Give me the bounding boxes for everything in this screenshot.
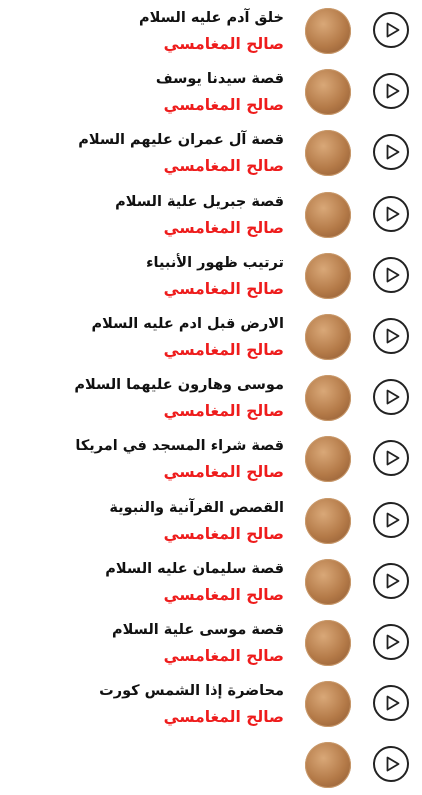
artist-name: صالح المغامسي <box>163 35 284 53</box>
list-item[interactable]: خلق آدم عليه السلام صالح المغامسي <box>0 0 422 61</box>
play-button[interactable] <box>373 685 409 722</box>
play-icon <box>386 328 400 344</box>
playlist: خلق آدم عليه السلام صالح المغامسي قصة سي… <box>0 0 422 795</box>
track-title: قصة شراء المسجد في امريكا <box>75 438 284 455</box>
track-title: الارض قبل ادم عليه السلام <box>91 315 284 332</box>
list-item[interactable]: ترتيب ظهور الأنبياء صالح المغامسي <box>0 245 422 306</box>
play-button[interactable] <box>373 562 409 599</box>
track-title: قصة آل عمران عليهم السلام <box>78 132 284 149</box>
play-button[interactable] <box>373 73 409 110</box>
play-button[interactable] <box>373 317 409 354</box>
play-icon <box>386 634 400 650</box>
item-text: قصة سيدنا يوسف صالح المغامسي <box>4 69 284 115</box>
prophets-stories-thumbnail <box>305 252 351 299</box>
item-text: قصة سليمان عليه السلام صالح المغامسي <box>4 559 284 605</box>
track-title: القصص القرآنية والنبوية <box>109 499 284 516</box>
list-item[interactable]: قصة آل عمران عليهم السلام صالح المغامسي <box>0 122 422 183</box>
item-text: قصة موسى علية السلام صالح المغامسي <box>4 620 284 666</box>
artist-name: صالح المغامسي <box>163 524 284 543</box>
prophets-stories-thumbnail <box>305 619 351 666</box>
artist-name: صالح المغامسي <box>163 279 284 298</box>
artist-name: صالح المغامسي <box>163 585 284 604</box>
item-text: ترتيب ظهور الأنبياء صالح المغامسي <box>4 253 284 299</box>
play-icon <box>386 267 400 283</box>
item-text: محاضرة إذا الشمس كورت صالح المغامسي <box>4 681 284 727</box>
prophets-stories-thumbnail <box>305 681 351 728</box>
item-text: موسى وهارون عليهما السلام صالح المغامسي <box>4 375 284 421</box>
list-item[interactable]: قصة جبريل علية السلام صالح المغامسي <box>0 184 422 245</box>
artist-name: صالح المغامسي <box>163 96 284 115</box>
play-icon <box>386 22 400 38</box>
play-icon <box>386 206 400 221</box>
play-icon <box>386 83 400 99</box>
list-item[interactable]: قصة سيدنا يوسف صالح المغامسي <box>0 61 422 122</box>
play-icon <box>386 695 400 711</box>
track-title: قصة سليمان عليه السلام <box>105 560 284 577</box>
prophets-stories-thumbnail <box>305 375 351 422</box>
play-button[interactable] <box>373 623 409 660</box>
prophets-stories-thumbnail <box>305 8 351 54</box>
track-title: قصة سيدنا يوسف <box>155 71 284 88</box>
play-button[interactable] <box>373 379 409 416</box>
play-button[interactable] <box>373 746 409 783</box>
list-item[interactable]: القصص القرآنية والنبوية صالح المغامسي <box>0 490 422 551</box>
prophets-stories-thumbnail <box>305 436 351 483</box>
play-icon <box>386 756 400 772</box>
item-text: قصة آل عمران عليهم السلام صالح المغامسي <box>4 130 284 176</box>
prophets-stories-thumbnail <box>305 558 351 605</box>
item-text: القصص القرآنية والنبوية صالح المغامسي <box>4 498 284 544</box>
list-item[interactable]: قصة موسى علية السلام صالح المغامسي <box>0 612 422 673</box>
prophets-stories-thumbnail <box>305 742 351 789</box>
play-icon <box>386 450 400 466</box>
track-title: قصة جبريل علية السلام <box>115 193 284 210</box>
list-item[interactable]: قصة سليمان عليه السلام صالح المغامسي <box>0 551 422 612</box>
play-button[interactable] <box>373 440 409 477</box>
play-icon <box>386 144 400 160</box>
list-item[interactable]: موسى وهارون عليهما السلام صالح المغامسي <box>0 367 422 428</box>
item-text <box>4 742 284 748</box>
play-icon <box>386 512 400 527</box>
play-icon <box>386 389 400 405</box>
item-text: الارض قبل ادم عليه السلام صالح المغامسي <box>4 314 284 360</box>
prophets-stories-thumbnail <box>305 497 351 544</box>
artist-name: صالح المغامسي <box>163 463 284 482</box>
artist-name: صالح المغامسي <box>163 157 284 176</box>
list-item[interactable] <box>0 734 422 795</box>
prophets-stories-thumbnail <box>305 69 351 116</box>
track-title: موسى وهارون عليهما السلام <box>74 377 284 394</box>
prophets-stories-thumbnail <box>305 130 351 177</box>
artist-name: صالح المغامسي <box>163 218 284 237</box>
artist-name: صالح المغامسي <box>163 708 284 727</box>
play-button[interactable] <box>373 195 409 232</box>
item-text: خلق آدم عليه السلام صالح المغامسي <box>4 8 284 54</box>
item-text: قصة جبريل علية السلام صالح المغامسي <box>4 192 284 238</box>
list-item[interactable]: محاضرة إذا الشمس كورت صالح المغامسي <box>0 673 422 734</box>
play-button[interactable] <box>373 256 409 293</box>
track-title: محاضرة إذا الشمس كورت <box>99 683 284 700</box>
play-button[interactable] <box>373 12 409 48</box>
list-item[interactable]: قصة شراء المسجد في امريكا صالح المغامسي <box>0 428 422 489</box>
item-text: قصة شراء المسجد في امريكا صالح المغامسي <box>4 436 284 482</box>
artist-name: صالح المغامسي <box>163 646 284 665</box>
prophets-stories-thumbnail <box>305 191 351 238</box>
artist-name: صالح المغامسي <box>163 340 284 359</box>
list-item[interactable]: الارض قبل ادم عليه السلام صالح المغامسي <box>0 306 422 367</box>
play-icon <box>386 573 400 589</box>
track-title: ترتيب ظهور الأنبياء <box>146 254 284 271</box>
track-title: خلق آدم عليه السلام <box>139 10 284 26</box>
track-title: قصة موسى علية السلام <box>111 621 284 638</box>
play-button[interactable] <box>373 134 409 171</box>
play-button[interactable] <box>373 501 409 538</box>
artist-name: صالح المغامسي <box>163 402 284 421</box>
prophets-stories-thumbnail <box>305 313 351 360</box>
